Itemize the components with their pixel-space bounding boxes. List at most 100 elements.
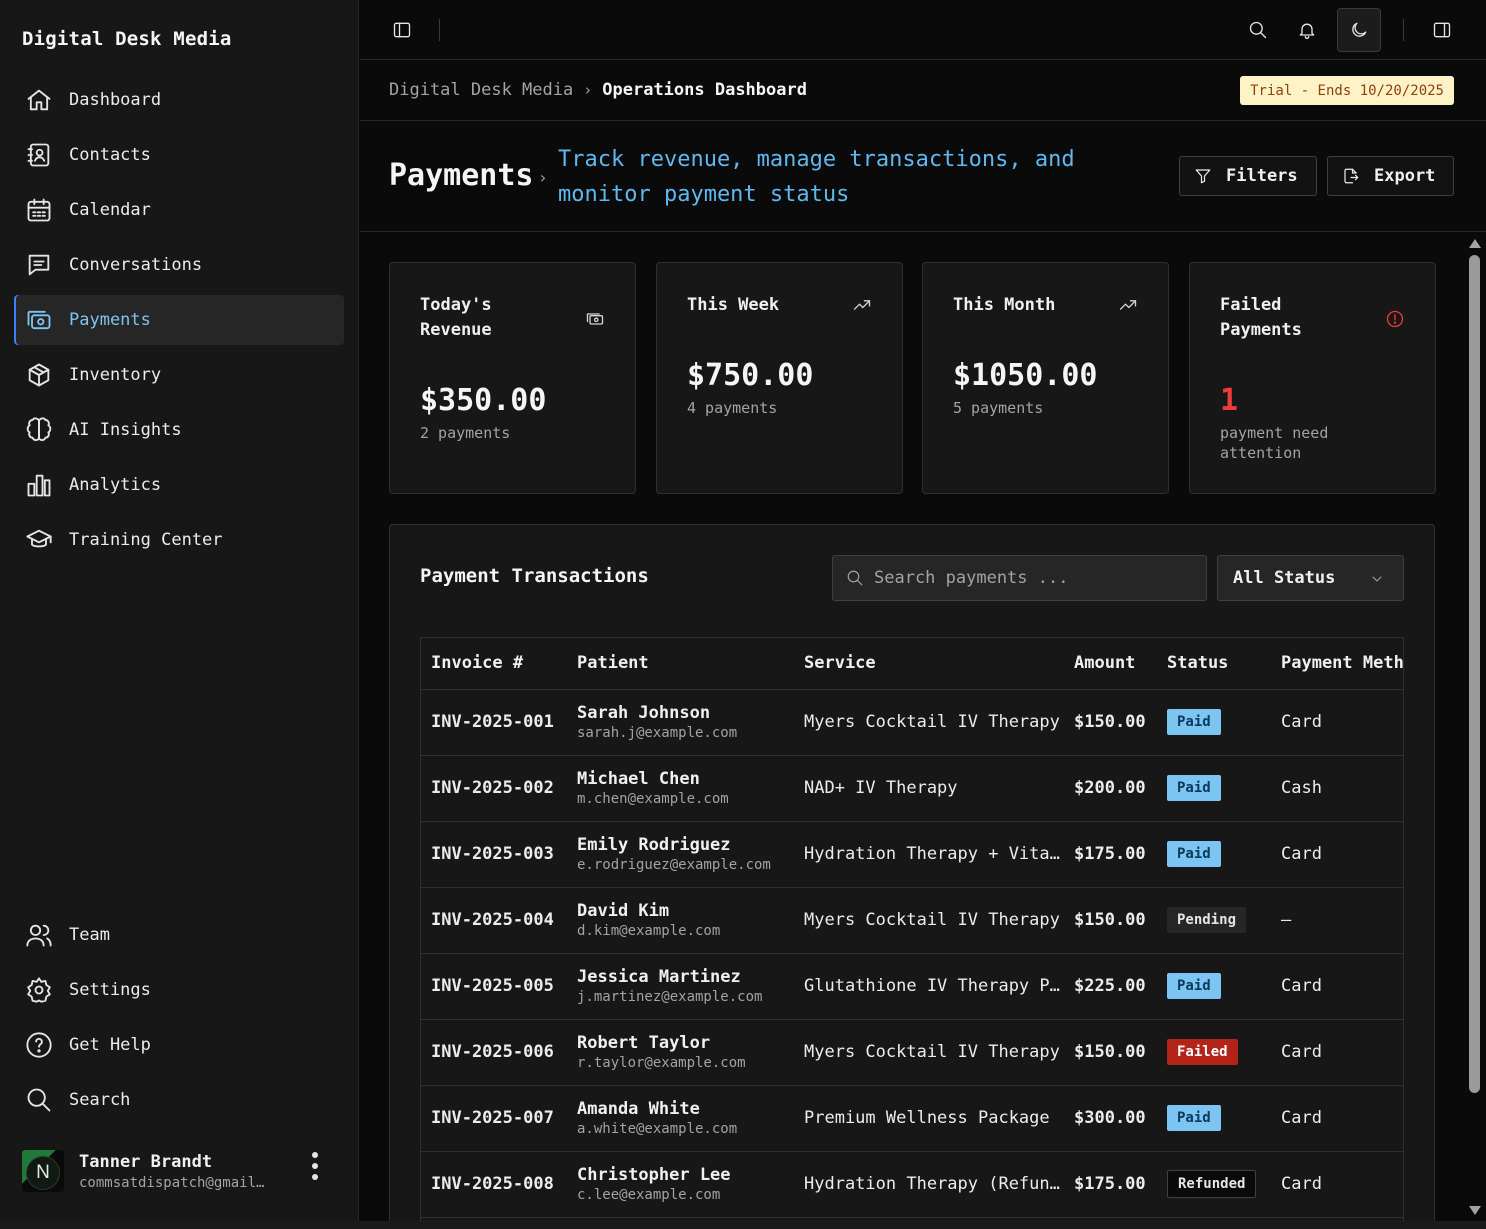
patient-name: Amanda White — [577, 1099, 700, 1119]
sidebar-item-dashboard[interactable]: Dashboard — [14, 75, 344, 125]
sidebar-item-inventory[interactable]: Inventory — [14, 350, 344, 400]
sidebar-item-label: Get Help — [69, 1035, 151, 1055]
search-button[interactable] — [1236, 8, 1280, 52]
patient-email: m.chen@example.com — [577, 791, 729, 807]
status-filter-select[interactable]: All Status — [1217, 555, 1404, 601]
column-header[interactable]: Payment Method — [1271, 638, 1403, 690]
filter-icon — [1195, 169, 1211, 184]
status-cell: Failed — [1157, 1019, 1271, 1086]
sidebar-item-settings[interactable]: Settings — [14, 965, 344, 1015]
sidebar-item-contacts[interactable]: Contacts — [14, 130, 344, 180]
payment-method: Card — [1271, 1085, 1403, 1152]
user-profile[interactable]: N Tanner Brandt commsatdispatch@gmail… — [22, 1148, 338, 1194]
more-vertical-icon[interactable] — [310, 1152, 320, 1188]
stat-value: $750.00 — [687, 358, 814, 393]
service-name: Hydration Therapy (Refund) — [794, 1151, 1064, 1218]
notifications-button[interactable] — [1285, 8, 1329, 52]
sidebar-item-payments[interactable]: Payments — [14, 295, 344, 345]
payment-method: Card — [1271, 821, 1403, 888]
scroll-down-arrow[interactable] — [1469, 1206, 1481, 1215]
table-row[interactable]: INV-2025-006 Robert Taylor r.taylor@exampl… — [421, 1019, 1403, 1086]
stat-card-failed: Failed Payments 1 payment need attention — [1189, 262, 1436, 494]
column-header[interactable]: Status — [1157, 638, 1271, 690]
sidebar-toggle-button[interactable] — [380, 8, 424, 52]
theme-toggle-button[interactable] — [1337, 8, 1381, 52]
right-panel-toggle-button[interactable] — [1420, 8, 1464, 52]
alert-circle-icon — [1386, 310, 1404, 328]
status-badge: Paid — [1167, 709, 1221, 735]
patient-name: Christopher Lee — [577, 1165, 731, 1185]
window-bottom-edge — [0, 1221, 1486, 1229]
status-badge: Failed — [1167, 1039, 1238, 1065]
user-email: commsatdispatch@gmail… — [79, 1174, 265, 1191]
payment-method: Card — [1271, 953, 1403, 1020]
table-row[interactable]: INV-2025-001 Sarah Johnson sarah.j@example… — [421, 689, 1403, 756]
column-header[interactable]: Patient — [567, 638, 794, 690]
filters-button[interactable]: Filters — [1179, 156, 1317, 196]
table-row[interactable]: INV-2025-005 Jessica Martinez j.martinez@e… — [421, 953, 1403, 1020]
service-name: Glutathione IV Therapy Plus — [794, 953, 1064, 1020]
sidebar-item-get-help[interactable]: Get Help — [14, 1020, 344, 1070]
patient-name: Michael Chen — [577, 769, 700, 789]
payment-transactions-panel: Payment Transactions Search payments ...… — [389, 524, 1435, 1221]
patient-cell: Sarah Johnson sarah.j@example.com — [567, 689, 794, 756]
scrollbar-thumb[interactable] — [1469, 255, 1480, 1093]
breadcrumb-parent[interactable]: Digital Desk Media — [389, 80, 573, 100]
panel-right-icon — [1433, 22, 1451, 38]
gear-icon — [27, 977, 51, 1003]
column-header[interactable]: Invoice # — [421, 638, 567, 690]
amount: $300.00 — [1064, 1085, 1157, 1152]
sidebar-item-training-center[interactable]: Training Center — [14, 515, 344, 565]
sidebar-item-analytics[interactable]: Analytics — [14, 460, 344, 510]
patient-cell: Jessica Martinez j.martinez@example.com — [567, 953, 794, 1020]
avatar: N — [22, 1150, 64, 1192]
vertical-scrollbar[interactable] — [1465, 233, 1486, 1221]
patient-name: David Kim — [577, 901, 670, 921]
payment-method: — — [1271, 887, 1403, 954]
filters-label: Filters — [1226, 166, 1298, 186]
table-row[interactable]: INV-2025-004 David Kim d.kim@example.com My… — [421, 887, 1403, 954]
sidebar-item-label: Calendar — [69, 200, 151, 220]
amount: $225.00 — [1064, 953, 1157, 1020]
trending-up-icon — [853, 300, 871, 310]
search-input[interactable]: Search payments ... — [832, 555, 1207, 601]
sidebar-item-team[interactable]: Team — [14, 910, 344, 960]
patient-email: r.taylor@example.com — [577, 1055, 746, 1071]
status-cell: Paid — [1157, 953, 1271, 1020]
patient-name: Sarah Johnson — [577, 703, 711, 723]
sidebar-item-calendar[interactable]: Calendar — [14, 185, 344, 235]
amount: $150.00 — [1064, 689, 1157, 756]
invoice-number: INV-2025-005 — [421, 953, 567, 1020]
stat-title: Failed Payments — [1220, 295, 1302, 340]
help-circle-icon — [26, 1032, 52, 1058]
sidebar-item-ai-insights[interactable]: AI Insights — [14, 405, 344, 455]
sidebar-item-label: Dashboard — [69, 90, 162, 110]
sidebar-item-label: Payments — [69, 310, 151, 330]
service-name: Myers Cocktail IV Therapy — [794, 1019, 1064, 1086]
sidebar-item-conversations[interactable]: Conversations — [14, 240, 344, 290]
page-subtitle: Track revenue, manage transactions, and … — [558, 147, 1075, 207]
breadcrumb-current: Operations Dashboard — [602, 80, 807, 100]
payment-method: Card — [1271, 689, 1403, 756]
patient-email: c.lee@example.com — [577, 1187, 721, 1203]
sidebar-item-label: Conversations — [69, 255, 203, 275]
sidebar-item-label: Search — [69, 1090, 131, 1110]
status-cell: Pending — [1157, 887, 1271, 954]
column-header[interactable]: Service — [794, 638, 1064, 690]
patient-name: Emily Rodriguez — [577, 835, 731, 855]
table-row[interactable]: INV-2025-007 Amanda White a.white@example.… — [421, 1085, 1403, 1152]
export-button[interactable]: Export — [1327, 156, 1454, 196]
payment-method: Card — [1271, 1019, 1403, 1086]
patient-email: a.white@example.com — [577, 1121, 738, 1137]
stat-card-week: This Week $750.00 4 payments — [656, 262, 903, 494]
breadcrumb-separator: › — [583, 81, 593, 99]
scroll-up-arrow[interactable] — [1469, 239, 1481, 248]
table-row[interactable]: INV-2025-008 Christopher Lee c.lee@example… — [421, 1151, 1403, 1218]
column-header[interactable]: Amount — [1064, 638, 1157, 690]
sidebar-item-search[interactable]: Search — [14, 1075, 344, 1125]
status-cell: Paid — [1157, 755, 1271, 822]
table-row[interactable]: INV-2025-002 Michael Chen m.chen@example.c… — [421, 755, 1403, 822]
bell-icon — [1299, 23, 1315, 39]
divider — [439, 19, 440, 41]
table-row[interactable]: INV-2025-003 Emily Rodriguez e.rodriguez@e… — [421, 821, 1403, 888]
